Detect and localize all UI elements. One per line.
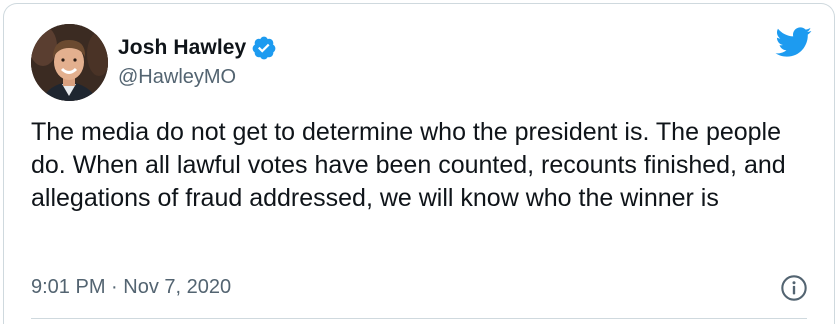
avatar[interactable]: [31, 24, 108, 101]
tweet-time: 9:01 PM: [31, 276, 106, 298]
divider: [31, 318, 807, 319]
name-row: Josh Hawley: [118, 34, 277, 62]
author-block: Josh Hawley @HawleyMO: [118, 34, 277, 89]
info-icon[interactable]: [780, 274, 808, 302]
tweet-date: Nov 7, 2020: [123, 276, 232, 298]
meta-separator: ·: [111, 276, 118, 298]
avatar-photo: [31, 24, 108, 101]
twitter-bird-icon[interactable]: [774, 26, 812, 58]
tweet-timestamp[interactable]: 9:01 PM · Nov 7, 2020: [31, 276, 231, 299]
handle[interactable]: @HawleyMO: [118, 66, 277, 89]
tweet-text: The media do not get to determine who th…: [31, 118, 793, 212]
tweet-card: Josh Hawley @HawleyMO The media do not g…: [3, 3, 835, 324]
verified-badge-icon: [252, 36, 276, 60]
display-name[interactable]: Josh Hawley: [118, 36, 246, 60]
